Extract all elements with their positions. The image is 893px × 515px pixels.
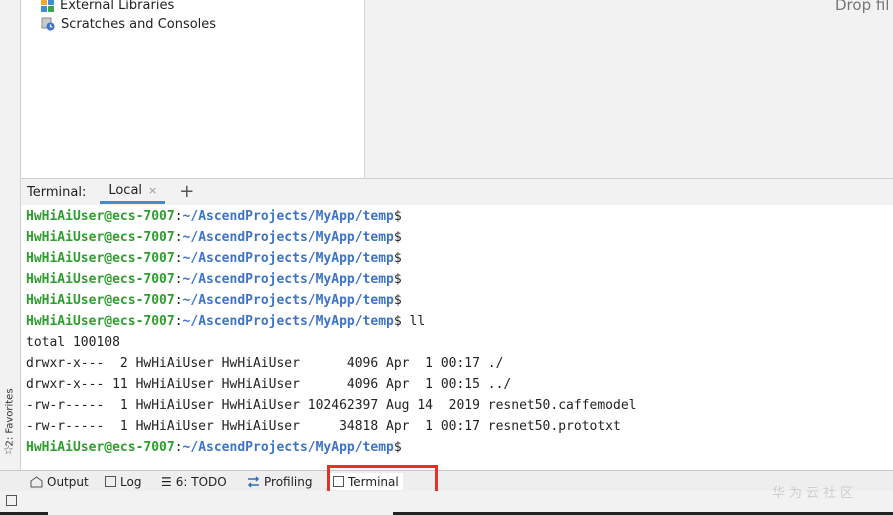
terminal-line: HwHiAiUser@ecs-7007:~/AscendProjects/MyA… <box>26 293 402 308</box>
output-icon <box>30 475 43 487</box>
profiling-tool-button[interactable]: Profiling <box>247 473 313 490</box>
tree-item-external-libraries[interactable]: External Libraries <box>41 0 174 15</box>
profiling-icon <box>247 475 260 488</box>
terminal-header: Terminal: Local × + <box>21 178 893 206</box>
list-icon: ☰ <box>161 474 172 489</box>
log-tool-button[interactable]: Log <box>105 473 141 490</box>
tab-local-label: Local <box>108 183 143 198</box>
terminal-line: HwHiAiUser@ecs-7007:~/AscendProjects/MyA… <box>26 230 402 245</box>
todo-label: 6: TODO <box>175 474 227 489</box>
terminal-line: total 100108 <box>26 335 120 350</box>
terminal-line: HwHiAiUser@ecs-7007:~/AscendProjects/MyA… <box>26 251 402 266</box>
add-tab-button[interactable]: + <box>179 183 194 201</box>
favorites-tool-button[interactable]: 2: Favorites ☆ <box>2 385 18 460</box>
terminal-line: -rw-r----- 1 HwHiAiUser HwHiAiUser 10246… <box>26 398 637 413</box>
toggle-tool-windows-icon[interactable] <box>6 495 17 506</box>
log-label: Log <box>120 474 142 489</box>
favorites-label: 2: Favorites <box>4 388 16 447</box>
profiling-label: Profiling <box>264 474 313 489</box>
scratches-icon <box>41 17 55 31</box>
library-icon <box>41 0 54 12</box>
terminal-line: HwHiAiUser@ecs-7007:~/AscendProjects/MyA… <box>26 272 402 287</box>
terminal-output[interactable]: HwHiAiUser@ecs-7007:~/AscendProjects/MyA… <box>21 205 893 470</box>
editor-area: Drop fil <box>364 0 893 178</box>
terminal-line: HwHiAiUser@ecs-7007:~/AscendProjects/MyA… <box>26 440 402 455</box>
tool-window-bar: Output Log ☰ 6: TODO Profiling Terminal <box>0 470 893 493</box>
star-icon: ☆ <box>3 443 14 457</box>
output-label: Output <box>47 474 89 489</box>
close-icon[interactable]: × <box>148 184 157 197</box>
terminal-line: HwHiAiUser@ecs-7007:~/AscendProjects/MyA… <box>26 314 426 329</box>
log-icon <box>105 476 116 487</box>
watermark: 华为云社区 <box>772 486 858 501</box>
terminal-line: drwxr-x--- 2 HwHiAiUser HwHiAiUser 4096 … <box>26 356 504 371</box>
terminal-line: drwxr-x--- 11 HwHiAiUser HwHiAiUser 4096… <box>26 377 512 392</box>
terminal-line: -rw-r----- 1 HwHiAiUser HwHiAiUser 34818… <box>26 419 621 434</box>
tree-item-label: External Libraries <box>60 0 175 13</box>
project-panel: External Libraries Scratches and Console… <box>21 0 364 178</box>
output-tool-button[interactable]: Output <box>30 473 89 490</box>
terminal-line: HwHiAiUser@ecs-7007:~/AscendProjects/MyA… <box>26 209 402 224</box>
drop-files-hint: Drop fil <box>835 0 890 14</box>
todo-tool-button[interactable]: ☰ 6: TODO <box>161 473 227 490</box>
tree-item-label: Scratches and Consoles <box>61 16 217 32</box>
tab-local[interactable]: Local × <box>100 180 166 204</box>
left-tool-strip: 2: Favorites ☆ <box>0 0 21 470</box>
terminal-title: Terminal: <box>27 184 87 200</box>
tree-item-scratches[interactable]: Scratches and Consoles <box>41 14 216 34</box>
